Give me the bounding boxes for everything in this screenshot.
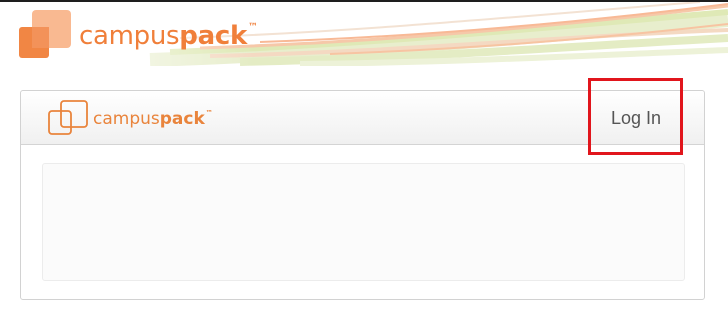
- banner-wordmark: campuspack™: [79, 21, 258, 51]
- card-wordmark: campuspack™: [93, 109, 213, 129]
- card-wordmark-regular: campus: [93, 108, 160, 129]
- card-header: campuspack™ Log In: [21, 91, 704, 145]
- trademark-symbol: ™: [247, 22, 258, 33]
- site-banner: campuspack™: [0, 2, 728, 66]
- card-wordmark-bold: pack: [159, 108, 205, 129]
- campuspack-logo-icon: [17, 10, 73, 60]
- card-trademark-symbol: ™: [205, 108, 213, 117]
- wordmark-regular: campus: [79, 21, 180, 51]
- wordmark-bold: pack: [179, 21, 247, 51]
- card-logo[interactable]: campuspack™: [47, 99, 213, 137]
- card-content-panel: [42, 163, 685, 281]
- banner-logo[interactable]: campuspack™: [17, 10, 258, 60]
- login-button[interactable]: Log In: [610, 105, 662, 131]
- login-card: campuspack™ Log In: [20, 90, 705, 300]
- campuspack-outline-logo-icon: [48, 100, 88, 135]
